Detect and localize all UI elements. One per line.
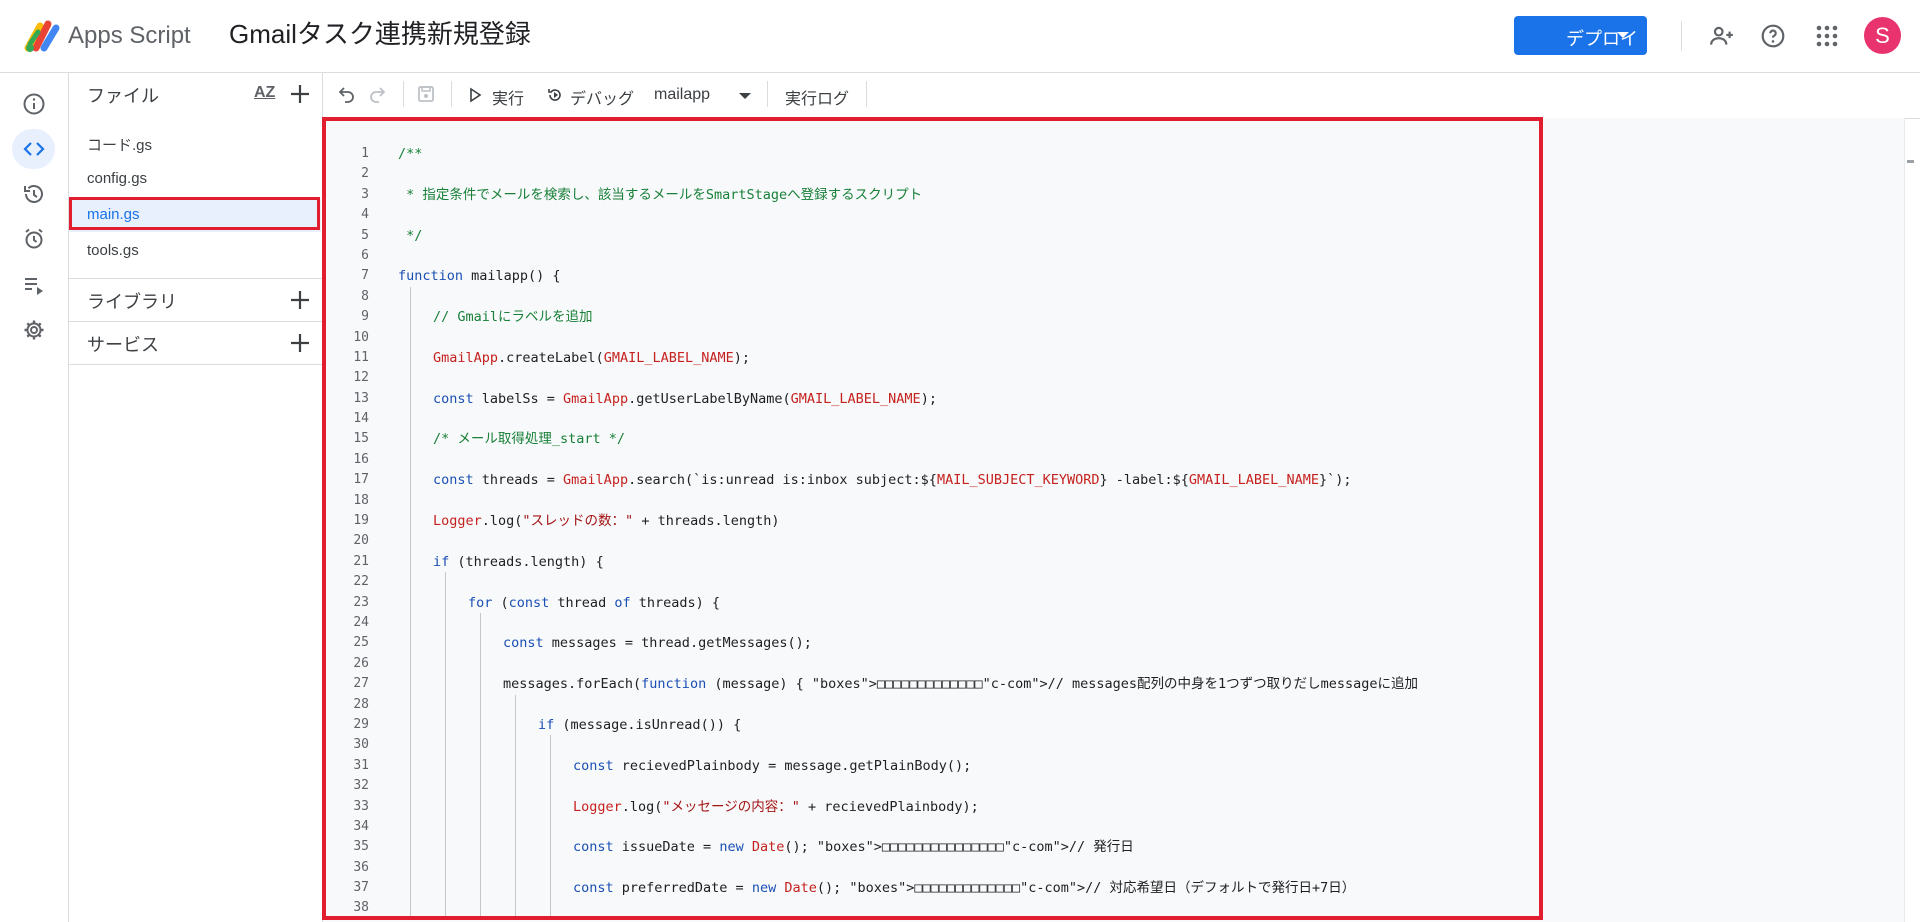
debug-label: デバッグ	[570, 91, 635, 108]
divider	[866, 81, 867, 107]
execution-log-button[interactable]: 実行ログ	[785, 85, 849, 109]
plus-icon	[291, 291, 309, 309]
run-label: 実行	[492, 91, 525, 108]
apps-script-logo-icon[interactable]	[24, 18, 62, 54]
files-header: ファイル	[87, 86, 159, 106]
deploy-button[interactable]: デプロイ	[1514, 16, 1647, 55]
libraries-label[interactable]: ライブラリ	[87, 288, 177, 314]
plus-icon	[291, 334, 309, 352]
file-item-tools[interactable]: tools.gs	[87, 242, 139, 259]
divider	[69, 321, 322, 322]
history-icon[interactable]	[17, 177, 51, 211]
sort-az-icon: AZ	[254, 84, 276, 101]
divider	[69, 364, 322, 365]
divider	[1681, 21, 1682, 51]
settings-gear-icon[interactable]	[17, 313, 51, 347]
help-icon[interactable]	[1758, 21, 1788, 51]
undo-icon[interactable]	[337, 84, 357, 104]
divider	[69, 278, 322, 279]
editor-scrollbar[interactable]	[1904, 118, 1905, 922]
add-person-icon[interactable]	[1707, 21, 1737, 51]
divider	[767, 81, 768, 107]
scroll-position-marker	[1907, 160, 1914, 163]
apps-grid-icon[interactable]	[1812, 21, 1842, 51]
redo-icon[interactable]	[367, 84, 387, 104]
highlight-box	[69, 197, 320, 230]
file-item-config[interactable]: config.gs	[87, 170, 147, 187]
function-select[interactable]: mailapp	[654, 80, 758, 110]
sort-az-button[interactable]: AZ	[252, 82, 278, 108]
executions-icon[interactable]	[17, 268, 51, 302]
divider	[403, 81, 404, 107]
chevron-down-icon	[1617, 32, 1629, 38]
project-title[interactable]: Gmailタスク連携新規登録	[229, 17, 531, 51]
file-item-code[interactable]: コード.gs	[87, 134, 152, 155]
debug-icon	[548, 89, 561, 101]
debug-button[interactable]: デバッグ	[546, 80, 636, 110]
function-select-value: mailapp	[654, 86, 711, 103]
highlight-box	[322, 117, 1543, 920]
alarm-icon[interactable]	[17, 222, 51, 256]
plus-icon	[291, 85, 309, 103]
chevron-down-icon	[739, 93, 751, 99]
divider	[451, 81, 452, 107]
app-name[interactable]: Apps Script	[68, 21, 191, 51]
run-button[interactable]: 実行	[468, 80, 528, 110]
save-icon[interactable]	[416, 84, 436, 104]
avatar[interactable]: S	[1864, 17, 1901, 54]
info-icon[interactable]	[17, 87, 51, 121]
add-service-button[interactable]	[288, 331, 312, 355]
play-icon	[470, 87, 482, 103]
add-file-button[interactable]	[288, 82, 312, 106]
add-library-button[interactable]	[288, 288, 312, 312]
code-editor-icon[interactable]	[12, 129, 55, 169]
deploy-label: デプロイ	[1566, 29, 1638, 49]
services-label[interactable]: サービス	[87, 331, 159, 357]
